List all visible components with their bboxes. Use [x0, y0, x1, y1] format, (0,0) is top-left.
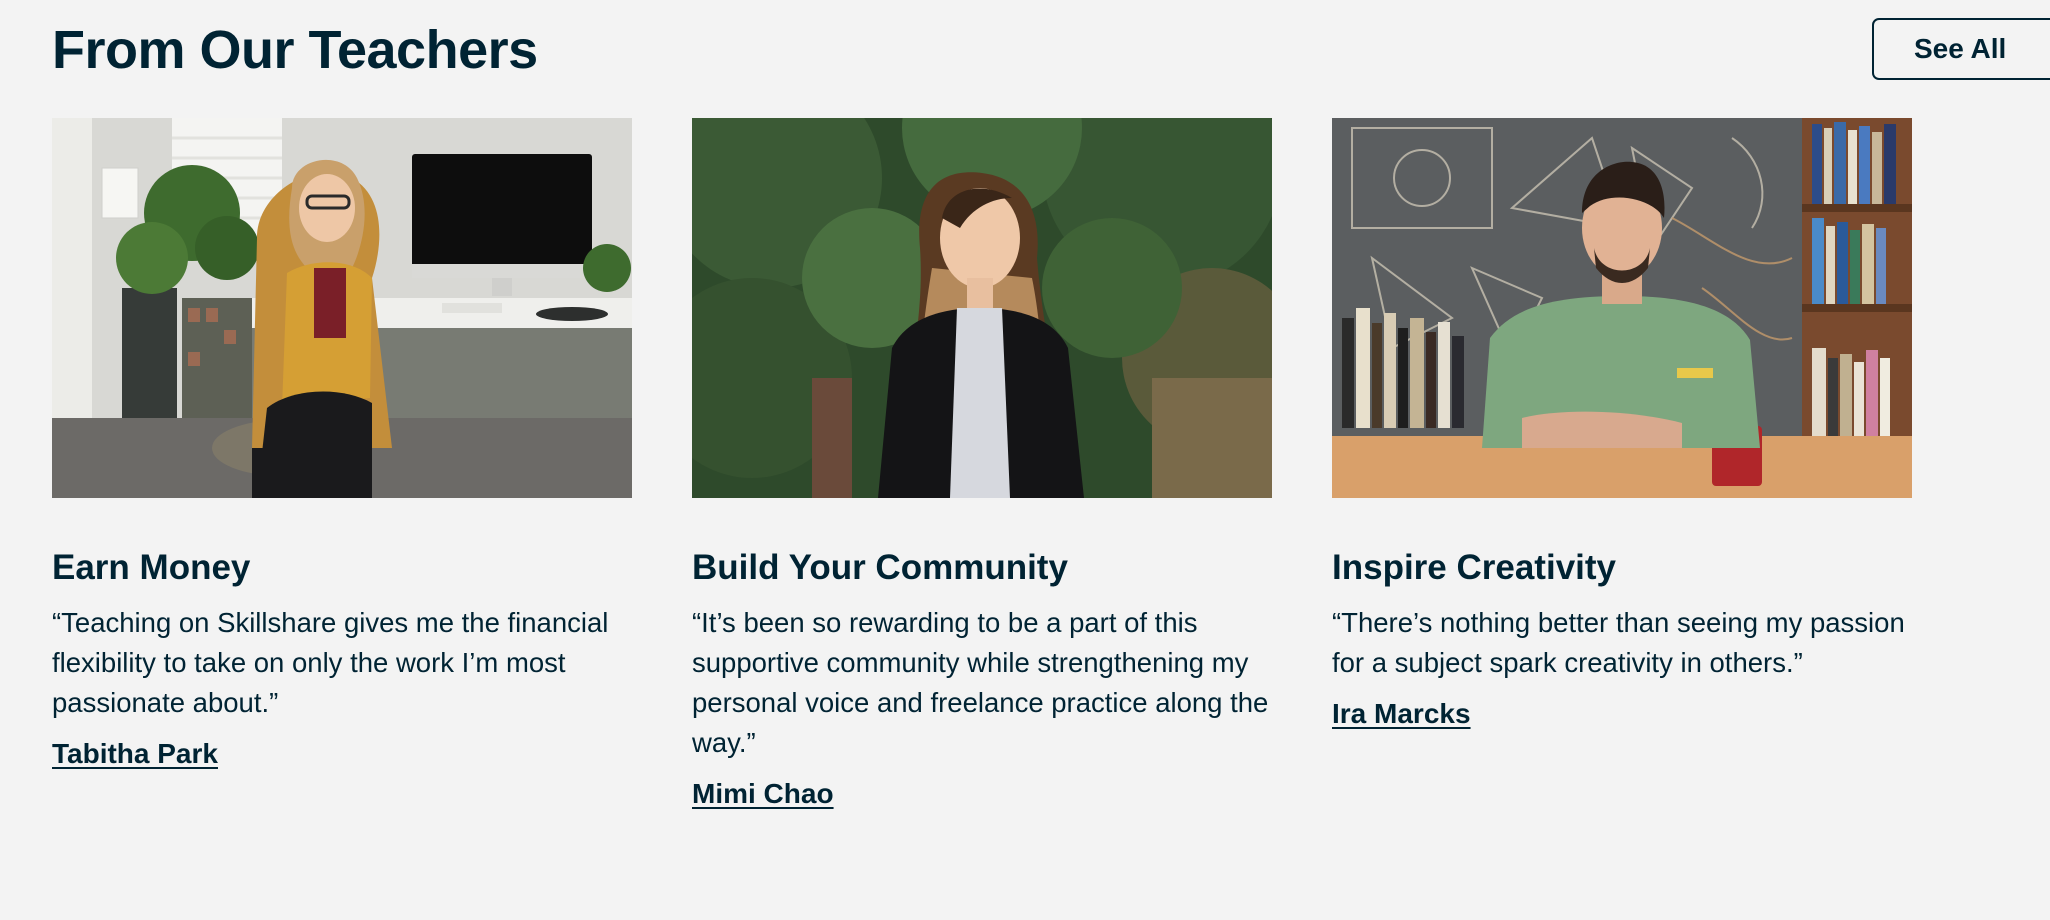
card-heading: Earn Money — [52, 548, 251, 587]
author-link[interactable]: Ira Marcks — [1332, 697, 1471, 731]
teacher-card: Build Your Community “It’s been so rewar… — [692, 118, 1272, 811]
teacher-photo — [52, 118, 632, 498]
card-quote: “It’s been so rewarding to be a part of … — [692, 607, 1269, 758]
section-title: From Our Teachers — [52, 20, 538, 80]
card-quote: “There’s nothing better than seeing my p… — [1332, 607, 1905, 678]
card-quote: “Teaching on Skillshare gives me the fin… — [52, 607, 609, 718]
see-all-button[interactable]: See All — [1872, 18, 2050, 80]
card-heading: Inspire Creativity — [1332, 548, 1616, 587]
teacher-photo — [692, 118, 1272, 498]
teacher-card: Inspire Creativity “There’s nothing bett… — [1332, 118, 1912, 731]
teacher-card: Earn Money “Teaching on Skillshare gives… — [52, 118, 632, 771]
card-heading: Build Your Community — [692, 548, 1068, 587]
author-link[interactable]: Mimi Chao — [692, 777, 834, 811]
author-link[interactable]: Tabitha Park — [52, 737, 218, 771]
teacher-photo — [1332, 118, 1912, 498]
